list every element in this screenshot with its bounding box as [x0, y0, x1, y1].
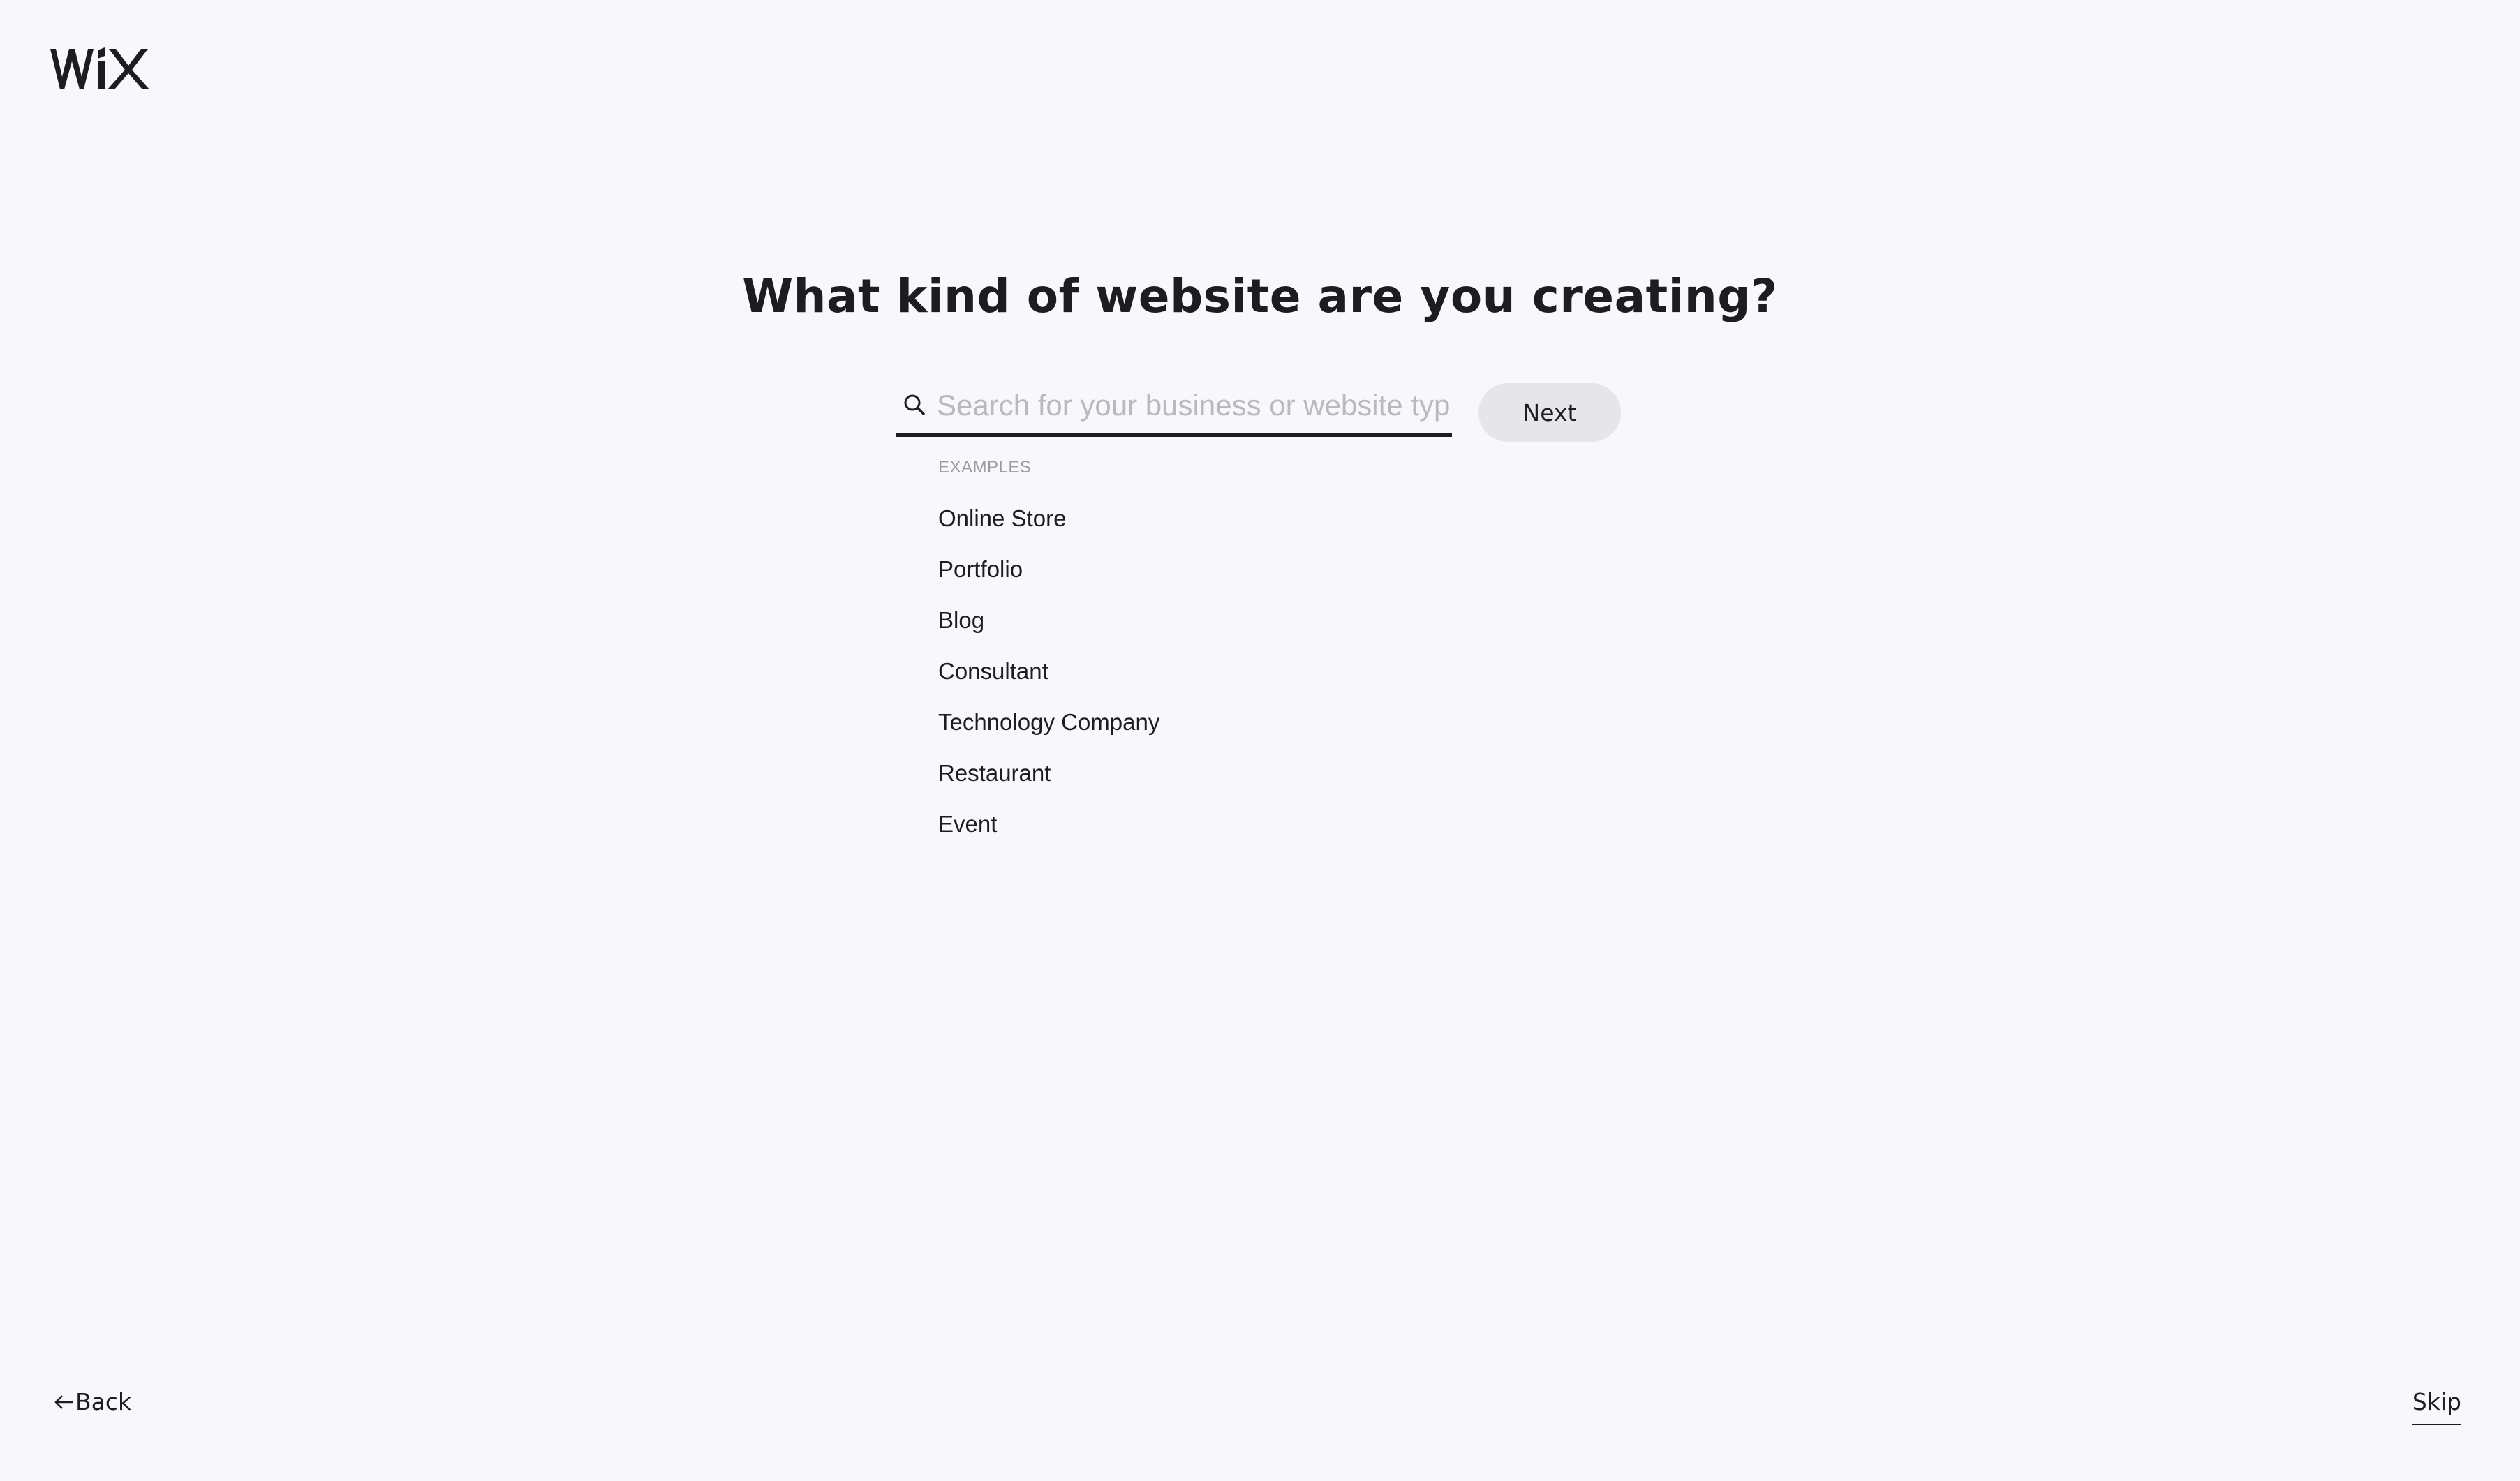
example-item-online-store[interactable]: Online Store: [938, 493, 1427, 544]
search-field[interactable]: [896, 374, 1452, 437]
wix-logo[interactable]: [49, 46, 151, 92]
skip-button[interactable]: Skip: [2412, 1385, 2461, 1425]
examples-list: EXAMPLES Online Store Portfolio Blog Con…: [938, 455, 1427, 849]
back-button[interactable]: Back: [53, 1385, 131, 1420]
wix-logo-icon: [50, 47, 149, 89]
example-item-portfolio[interactable]: Portfolio: [938, 544, 1427, 595]
example-item-consultant[interactable]: Consultant: [938, 646, 1427, 697]
example-item-event[interactable]: Event: [938, 798, 1427, 849]
examples-label: EXAMPLES: [938, 458, 1032, 477]
example-items: Online Store Portfolio Blog Consultant T…: [938, 493, 1427, 849]
page-title: What kind of website are you creating?: [742, 269, 1778, 323]
example-item-blog[interactable]: Blog: [938, 595, 1427, 646]
search-input[interactable]: [937, 381, 1451, 430]
example-item-technology-company[interactable]: Technology Company: [938, 697, 1427, 747]
search-icon: [900, 391, 928, 419]
arrow-left-icon: [53, 1394, 74, 1411]
next-button[interactable]: Next: [1478, 383, 1621, 442]
back-label: Back: [75, 1388, 132, 1415]
example-item-restaurant[interactable]: Restaurant: [938, 747, 1427, 798]
